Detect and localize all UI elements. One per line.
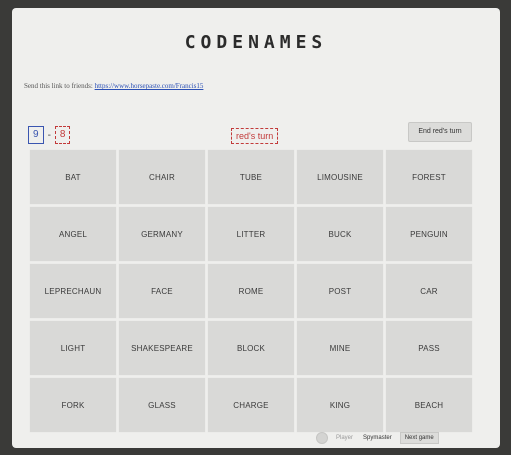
word-card[interactable]: FOREST — [386, 150, 472, 204]
word-card[interactable]: BEACH — [386, 378, 472, 432]
word-card[interactable]: BAT — [30, 150, 116, 204]
app-screen: CODENAMES Send this link to friends: htt… — [12, 8, 500, 448]
page-title: CODENAMES — [184, 32, 328, 53]
word-card[interactable]: GERMANY — [119, 207, 205, 261]
player-button[interactable]: Player — [334, 433, 355, 443]
word-card[interactable]: MINE — [297, 321, 383, 375]
share-line: Send this link to friends: https://www.h… — [24, 82, 203, 90]
word-card[interactable]: FORK — [30, 378, 116, 432]
next-game-button[interactable]: Next game — [399, 432, 439, 444]
spymaster-button[interactable]: Spymaster — [361, 433, 394, 443]
role-toggle-icon[interactable] — [316, 432, 328, 444]
share-link[interactable]: https://www.horsepaste.com/Francis15 — [95, 82, 204, 90]
word-card[interactable]: GLASS — [119, 378, 205, 432]
word-card[interactable]: SHAKESPEARE — [119, 321, 205, 375]
word-card[interactable]: BLOCK — [208, 321, 294, 375]
word-card[interactable]: LIGHT — [30, 321, 116, 375]
red-score: 8 — [54, 126, 71, 144]
word-card[interactable]: TUBE — [208, 150, 294, 204]
footer-controls: Player Spymaster Next game — [316, 432, 439, 444]
word-card[interactable]: POST — [297, 264, 383, 318]
word-card[interactable]: KING — [297, 378, 383, 432]
word-card[interactable]: PASS — [386, 321, 472, 375]
word-card[interactable]: ANGEL — [30, 207, 116, 261]
word-card[interactable]: ROME — [208, 264, 294, 318]
word-card[interactable]: CHAIR — [119, 150, 205, 204]
word-card[interactable]: BUCK — [297, 207, 383, 261]
score-separator: - — [47, 129, 51, 141]
word-card[interactable]: CAR — [386, 264, 472, 318]
end-turn-button[interactable]: End red's turn — [408, 122, 472, 142]
word-card[interactable]: FACE — [119, 264, 205, 318]
word-card[interactable]: PENGUIN — [386, 207, 472, 261]
word-card[interactable]: LIMOUSINE — [297, 150, 383, 204]
word-grid: BAT CHAIR TUBE LIMOUSINE FOREST ANGEL GE… — [30, 150, 472, 432]
score-display: 9 - 8 — [28, 126, 71, 144]
word-card[interactable]: CHARGE — [208, 378, 294, 432]
turn-indicator: red's turn — [231, 128, 279, 144]
word-card[interactable]: LEPRECHAUN — [30, 264, 116, 318]
share-text: Send this link to friends: — [24, 82, 95, 90]
word-card[interactable]: LITTER — [208, 207, 294, 261]
blue-score: 9 — [28, 126, 44, 144]
